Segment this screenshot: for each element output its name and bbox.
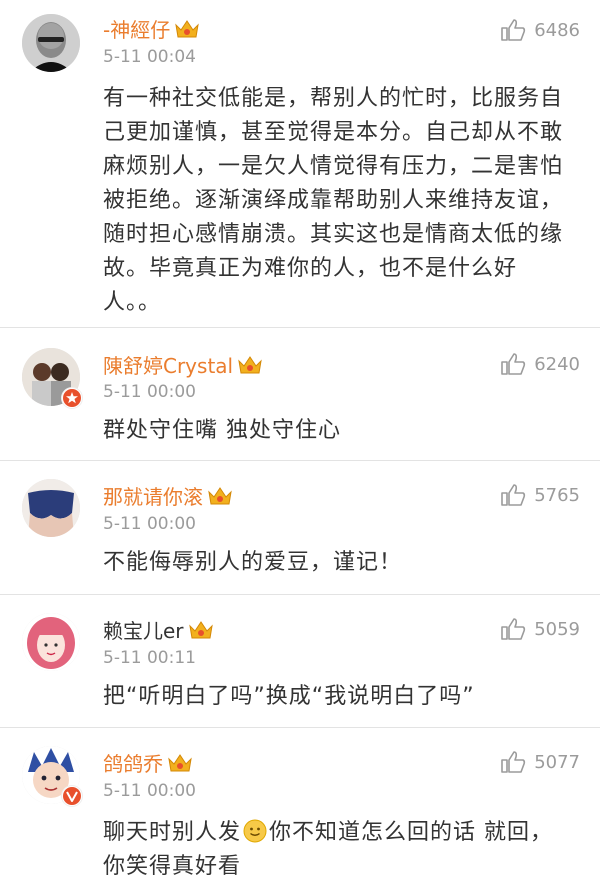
comment-text: 聊天时别人发 你不知道怎么回的话 就回，你笑得真好看	[103, 816, 573, 884]
comment-text: 群处守住嘴 独处守住心	[103, 418, 341, 443]
comment-time: 5-11 00:04	[103, 47, 196, 67]
comment-text: 不能侮辱别人的爱豆，谨记！	[103, 550, 403, 575]
comment-text: 有一种社交低能是，帮别人的忙时，比服务自己更加谨慎，甚至觉得是本分。自己却从不敢…	[103, 86, 564, 315]
like-button[interactable]: 5059	[500, 617, 580, 641]
verified-badge-icon	[62, 388, 82, 408]
like-button[interactable]: 5077	[500, 750, 580, 774]
thumbs-up-icon	[501, 19, 526, 41]
comment-author[interactable]: -神經仔	[103, 14, 200, 43]
comment-item: 陳舒婷Crystal 5-11 00:00 6240 群处守住嘴 独处守住心	[0, 328, 600, 461]
like-count: 6240	[534, 353, 580, 375]
like-count: 5059	[534, 618, 580, 640]
like-button[interactable]: 6240	[500, 352, 580, 376]
like-count: 6486	[534, 19, 580, 41]
comment-item: -神經仔 5-11 00:04 6486 有一种社交低能是，帮别人的忙时，比服务…	[0, 0, 600, 328]
comment-text: 把“听明白了吗”换成“我说明白了吗”	[103, 684, 475, 709]
comment-item: 鸽鸽乔 5-11 00:00 5077 聊天时别人发 你不知道怎么回的话 就回，你…	[0, 728, 600, 894]
crown-badge-icon	[188, 619, 214, 641]
avatar[interactable]	[22, 479, 80, 537]
bald-man-avatar	[22, 14, 80, 72]
smile-emoji-icon	[243, 819, 267, 843]
comment-time: 5-11 00:00	[103, 514, 196, 534]
verified-badge-icon	[62, 786, 82, 806]
comment-item: 那就请你滚 5-11 00:00 5765 不能侮辱别人的爱豆，谨记！	[0, 461, 600, 595]
cartoon-girl-avatar	[22, 613, 80, 671]
like-count: 5765	[534, 484, 580, 506]
comment-item: 赖宝儿er 5-11 00:11 5059 把“听明白了吗”换成“我说明白了吗”	[0, 595, 600, 728]
thumbs-up-icon	[501, 751, 526, 773]
crown-badge-icon	[237, 354, 263, 376]
thumbs-up-icon	[501, 353, 526, 375]
comment-time: 5-11 00:11	[103, 648, 196, 668]
comment-author[interactable]: 那就请你滚	[103, 481, 233, 510]
avatar[interactable]	[22, 14, 80, 72]
comment-time: 5-11 00:00	[103, 781, 196, 801]
comment-author[interactable]: 鸽鸽乔	[103, 748, 193, 777]
thumbs-up-icon	[501, 484, 526, 506]
comment-time: 5-11 00:00	[103, 382, 196, 402]
crown-badge-icon	[174, 18, 200, 40]
like-count: 5077	[534, 751, 580, 773]
like-button[interactable]: 6486	[500, 18, 580, 42]
comment-text-part: 聊天时别人发	[103, 820, 242, 845]
comment-author[interactable]: 赖宝儿er	[103, 615, 214, 644]
comment-author[interactable]: 陳舒婷Crystal	[103, 350, 263, 379]
thumbs-up-icon	[501, 618, 526, 640]
like-button[interactable]: 5765	[500, 483, 580, 507]
crown-badge-icon	[167, 752, 193, 774]
crown-badge-icon	[207, 485, 233, 507]
denim-shorts-avatar	[22, 479, 80, 537]
avatar[interactable]	[22, 613, 80, 671]
